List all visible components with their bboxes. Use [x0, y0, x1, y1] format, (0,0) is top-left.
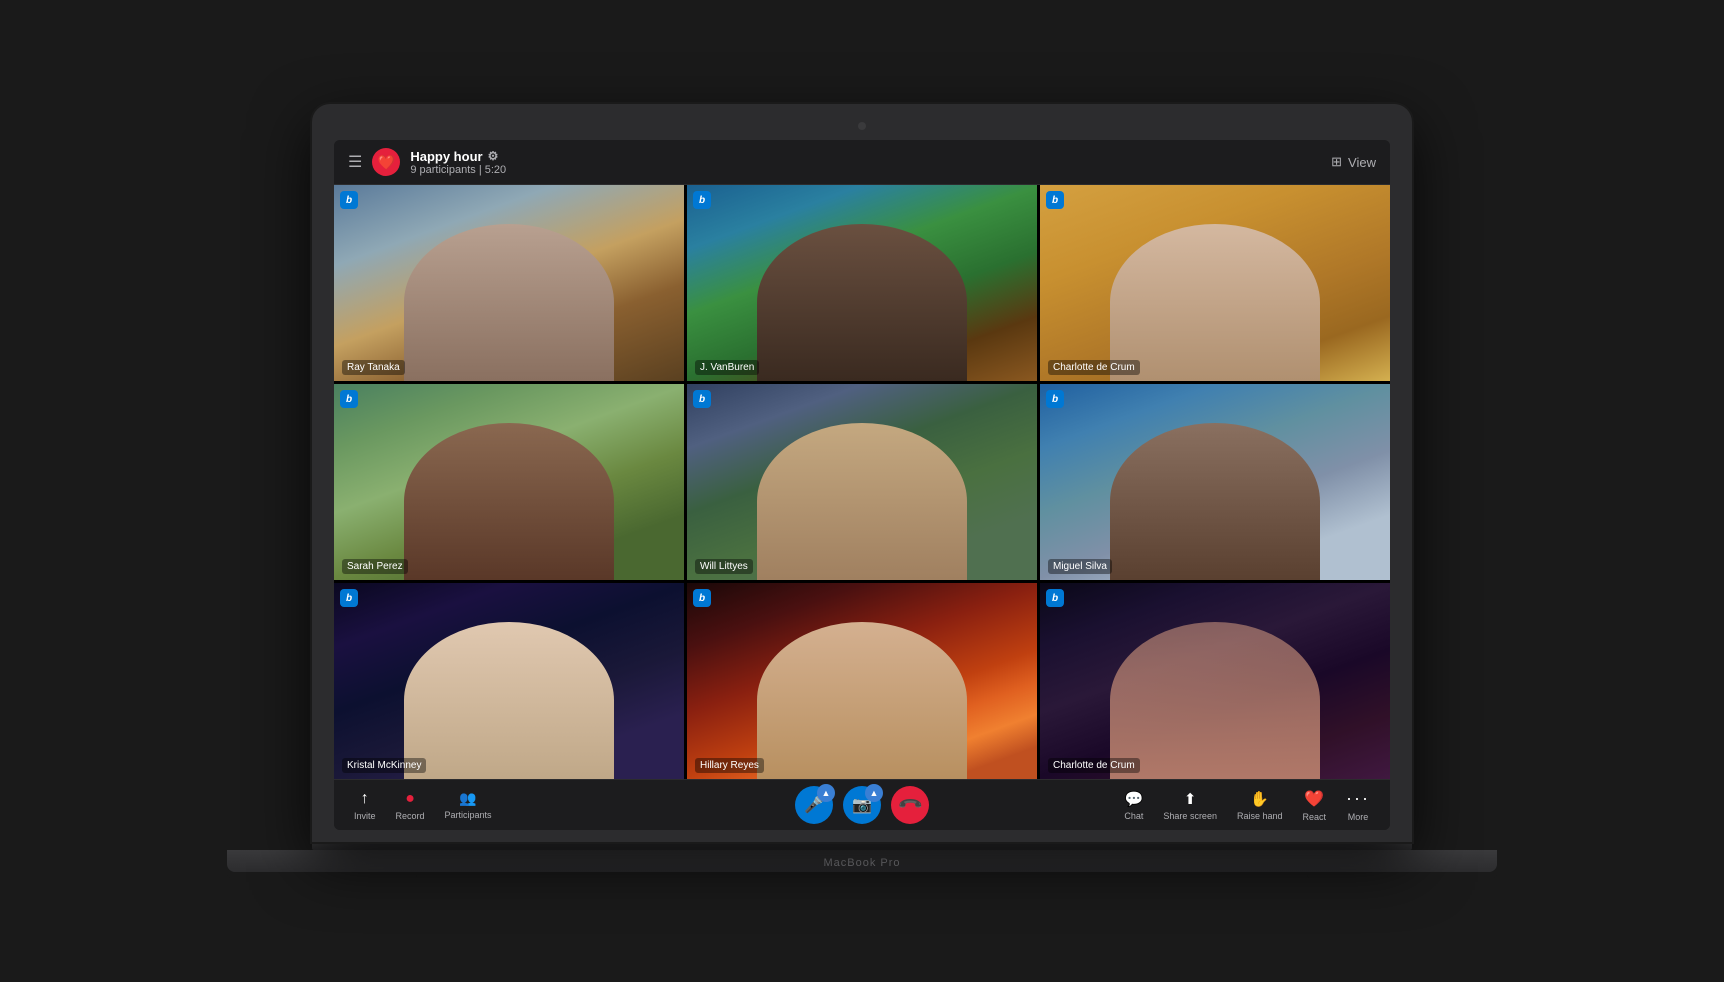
laptop-feet — [227, 872, 1498, 878]
meeting-emoji-icon: ❤️ — [372, 148, 400, 176]
laptop-foot-left — [227, 872, 418, 878]
participant-name-kristal: Kristal McKinney — [342, 758, 426, 773]
participant-name-sarah: Sarah Perez — [342, 559, 408, 574]
record-label: Record — [396, 811, 425, 821]
participants-label: Participants — [445, 810, 492, 820]
more-button[interactable]: ··· More — [1346, 788, 1370, 822]
react-label: React — [1303, 812, 1327, 822]
header-left: ☰ ❤️ Happy hour ⚙ 9 participants | 5:20 — [348, 148, 506, 176]
invite-button[interactable]: ↑ Invite — [354, 790, 376, 821]
share-screen-icon: ⬆ — [1184, 790, 1197, 808]
meeting-title: Happy hour ⚙ — [410, 149, 506, 164]
grid-view-icon: ⊞ — [1331, 154, 1342, 170]
toolbar-left: ↑ Invite ● Record 👥 Participants — [354, 790, 492, 821]
bing-badge-ray: b — [340, 191, 358, 209]
participant-name-charlotte1: Charlotte de Crum — [1048, 360, 1140, 375]
more-label: More — [1348, 812, 1369, 822]
laptop-container: ☰ ❤️ Happy hour ⚙ 9 participants | 5:20 … — [312, 104, 1412, 878]
bing-badge-charlotte2: b — [1046, 589, 1064, 607]
raise-hand-label: Raise hand — [1237, 811, 1283, 821]
raise-hand-button[interactable]: ✋ Raise hand — [1237, 790, 1283, 821]
laptop-brand-label: MacBook Pro — [823, 857, 900, 869]
bing-badge-charlotte1: b — [1046, 191, 1064, 209]
chat-icon: 💬 — [1125, 790, 1144, 808]
participant-name-jvanburen: J. VanBuren — [695, 360, 759, 375]
participant-name-hillary: Hillary Reyes — [695, 758, 764, 773]
raise-hand-icon: ✋ — [1250, 790, 1269, 808]
bing-badge-hillary: b — [693, 589, 711, 607]
participant-name-charlotte2: Charlotte de Crum — [1048, 758, 1140, 773]
bing-badge-miguel: b — [1046, 390, 1064, 408]
toolbar-right: 💬 Chat ⬆ Share screen ✋ Raise hand ❤️ Re… — [1124, 788, 1370, 822]
laptop-hinge — [312, 842, 1412, 850]
participant-name-will: Will Littyes — [695, 559, 753, 574]
participant-name-ray: Ray Tanaka — [342, 360, 405, 375]
laptop-base: MacBook Pro — [227, 850, 1498, 872]
video-tile-sarah: b Sarah Perez — [334, 384, 684, 580]
laptop-foot-right — [1307, 872, 1498, 878]
hangup-button[interactable]: 📞 — [891, 786, 929, 824]
video-tile-hillary: b Hillary Reyes — [687, 583, 1037, 779]
video-tile-charlotte1: b Charlotte de Crum — [1040, 185, 1390, 381]
video-tile-jvanburen: b J. VanBuren — [687, 185, 1037, 381]
share-screen-label: Share screen — [1163, 811, 1217, 821]
more-icon: ··· — [1346, 788, 1370, 809]
participants-button[interactable]: 👥 Participants — [445, 790, 492, 820]
header: ☰ ❤️ Happy hour ⚙ 9 participants | 5:20 … — [334, 140, 1390, 185]
react-button[interactable]: ❤️ React — [1303, 789, 1327, 822]
video-tile-will: b Will Littyes — [687, 384, 1037, 580]
participants-icon: 👥 — [459, 790, 476, 807]
video-grid: b Ray Tanaka b J. VanBuren b Charlotte d… — [334, 185, 1390, 779]
video-tile-charlotte2: b Charlotte de Crum — [1040, 583, 1390, 779]
meeting-subtitle: 9 participants | 5:20 — [410, 164, 506, 176]
record-icon: ● — [405, 790, 415, 808]
settings-icon[interactable]: ⚙ — [488, 149, 499, 163]
camera-chevron[interactable]: ▲ — [865, 784, 883, 802]
participant-name-miguel: Miguel Silva — [1048, 559, 1112, 574]
invite-icon: ↑ — [361, 790, 369, 808]
meeting-info: Happy hour ⚙ 9 participants | 5:20 — [410, 149, 506, 176]
screen-bezel: ☰ ❤️ Happy hour ⚙ 9 participants | 5:20 … — [312, 104, 1412, 842]
video-tile-kristal: b Kristal McKinney — [334, 583, 684, 779]
mic-chevron[interactable]: ▲ — [817, 784, 835, 802]
bing-badge-jvanburen: b — [693, 191, 711, 209]
share-screen-button[interactable]: ⬆ Share screen — [1163, 790, 1217, 821]
chat-button[interactable]: 💬 Chat — [1124, 790, 1143, 821]
video-tile-miguel: b Miguel Silva — [1040, 384, 1390, 580]
chat-label: Chat — [1124, 811, 1143, 821]
camera-dot — [858, 122, 866, 130]
mute-button[interactable]: 🎤 ▲ — [795, 786, 833, 824]
screen: ☰ ❤️ Happy hour ⚙ 9 participants | 5:20 … — [334, 140, 1390, 830]
camera-button[interactable]: 📷 ▲ — [843, 786, 881, 824]
hangup-icon: 📞 — [896, 791, 924, 819]
react-icon: ❤️ — [1304, 789, 1324, 809]
bing-badge-sarah: b — [340, 390, 358, 408]
bing-badge-kristal: b — [340, 589, 358, 607]
toolbar: ↑ Invite ● Record 👥 Participants — [334, 779, 1390, 830]
record-button[interactable]: ● Record — [396, 790, 425, 821]
menu-icon[interactable]: ☰ — [348, 152, 362, 172]
video-tile-ray: b Ray Tanaka — [334, 185, 684, 381]
invite-label: Invite — [354, 811, 376, 821]
view-button[interactable]: ⊞ View — [1331, 154, 1376, 170]
bing-badge-will: b — [693, 390, 711, 408]
